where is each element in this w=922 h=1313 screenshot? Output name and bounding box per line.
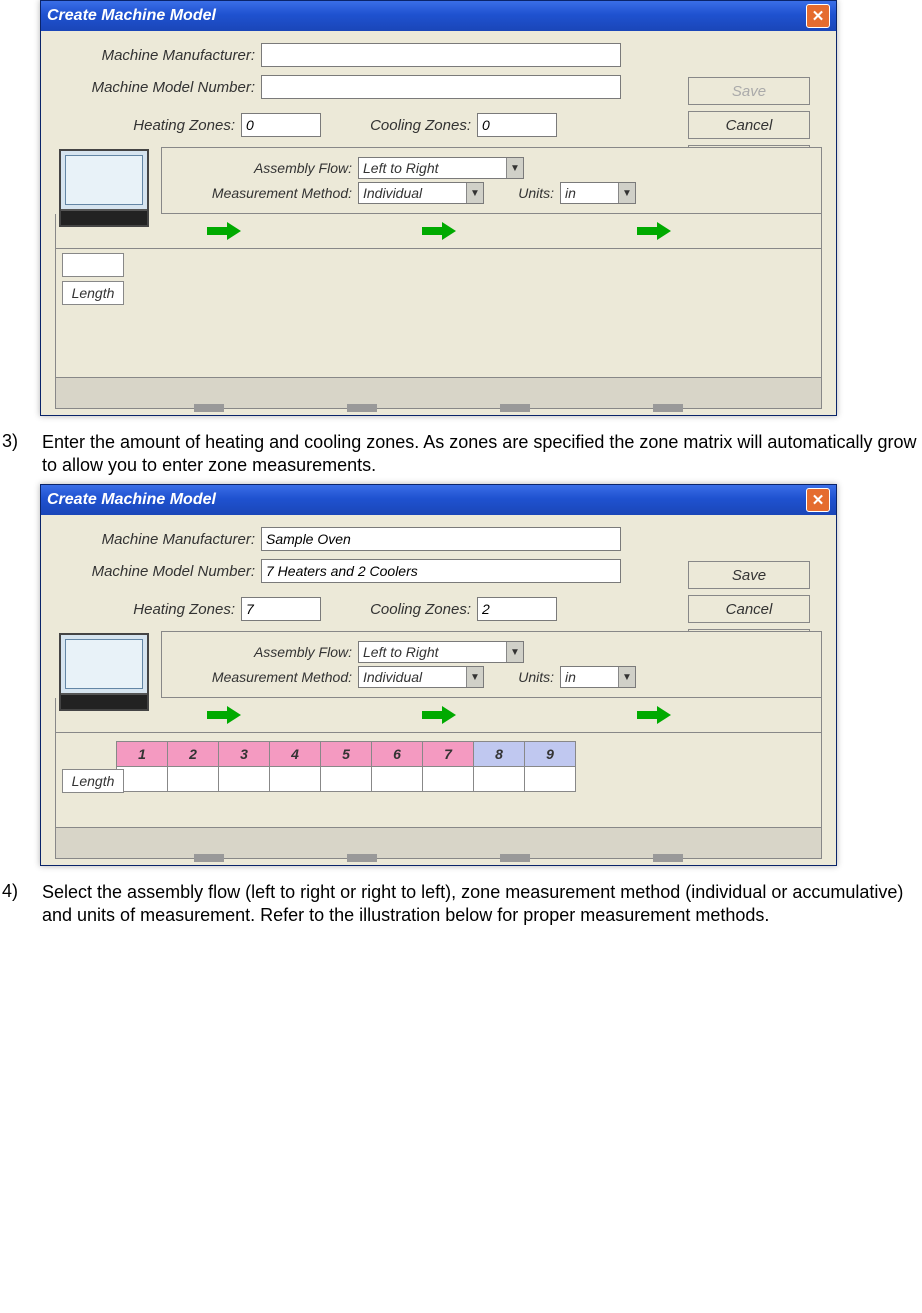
- arrow-right-icon: [207, 224, 241, 238]
- chevron-down-icon: ▼: [506, 158, 523, 178]
- units-dropdown[interactable]: in ▼: [560, 666, 636, 688]
- cooling-label: Cooling Zones:: [321, 601, 477, 618]
- dialog2: Create Machine Model ✕ Save Cancel Help …: [40, 484, 837, 866]
- zone-header-cell: 4: [270, 742, 321, 767]
- zone-length-cell[interactable]: [270, 767, 321, 792]
- heating-field[interactable]: [241, 113, 321, 137]
- units-value: in: [565, 669, 576, 685]
- chevron-down-icon: ▼: [506, 642, 523, 662]
- units-label: Units:: [484, 185, 560, 201]
- method-value: Individual: [363, 669, 422, 685]
- manufacturer-label: Machine Manufacturer:: [55, 531, 261, 548]
- flow-value: Left to Right: [363, 160, 439, 176]
- method-dropdown[interactable]: Individual ▼: [358, 182, 484, 204]
- length-label: Length: [62, 281, 124, 305]
- arrow-right-icon: [637, 708, 671, 722]
- zone-header-cell: 1: [117, 742, 168, 767]
- method-label: Measurement Method:: [172, 185, 358, 201]
- computer-icon: [59, 633, 149, 711]
- flow-dropdown[interactable]: Left to Right ▼: [358, 641, 524, 663]
- save-button[interactable]: Save: [688, 561, 810, 589]
- method-dropdown[interactable]: Individual ▼: [358, 666, 484, 688]
- heating-label: Heating Zones:: [55, 601, 241, 618]
- cooling-field[interactable]: [477, 113, 557, 137]
- zone-table: 123456789: [116, 741, 576, 792]
- title-text: Create Machine Model: [47, 491, 216, 509]
- save-button[interactable]: Save: [688, 77, 810, 105]
- zone-length-cell[interactable]: [219, 767, 270, 792]
- close-icon[interactable]: ✕: [806, 4, 830, 28]
- flow-arrows: [55, 698, 822, 733]
- step3-num: 3): [0, 431, 42, 476]
- cooling-label: Cooling Zones:: [321, 117, 477, 134]
- manufacturer-field[interactable]: [261, 527, 621, 551]
- model-field[interactable]: [261, 559, 621, 583]
- step3-text: Enter the amount of heating and cooling …: [42, 431, 922, 476]
- close-icon[interactable]: ✕: [806, 488, 830, 512]
- manufacturer-label: Machine Manufacturer:: [55, 47, 261, 64]
- zone-length-cell[interactable]: [525, 767, 576, 792]
- flow-dropdown[interactable]: Left to Right ▼: [358, 157, 524, 179]
- units-value: in: [565, 185, 576, 201]
- chevron-down-icon: ▼: [618, 667, 635, 687]
- arrow-right-icon: [637, 224, 671, 238]
- zone-header-cell: 9: [525, 742, 576, 767]
- chevron-down-icon: ▼: [466, 667, 483, 687]
- zone-header-cell: 6: [372, 742, 423, 767]
- model-label: Machine Model Number:: [55, 79, 261, 96]
- method-value: Individual: [363, 185, 422, 201]
- zone-header-cell: 7: [423, 742, 474, 767]
- heating-label: Heating Zones:: [55, 117, 241, 134]
- chevron-down-icon: ▼: [618, 183, 635, 203]
- zone-length-cell[interactable]: [474, 767, 525, 792]
- dialog2-screenshot: Create Machine Model ✕ Save Cancel Help …: [40, 484, 922, 866]
- dialog1-screenshot: Create Machine Model ✕ Save Cancel Help …: [40, 0, 922, 416]
- cancel-button[interactable]: Cancel: [688, 595, 810, 623]
- zone-header-cell: 3: [219, 742, 270, 767]
- heating-field[interactable]: [241, 597, 321, 621]
- length-label: Length: [62, 769, 124, 793]
- title-text: Create Machine Model: [47, 7, 216, 25]
- arrow-right-icon: [422, 708, 456, 722]
- flow-label: Assembly Flow:: [172, 644, 358, 660]
- zone-length-cell[interactable]: [423, 767, 474, 792]
- chevron-down-icon: ▼: [466, 183, 483, 203]
- computer-icon: [59, 149, 149, 227]
- zone-length-cell[interactable]: [168, 767, 219, 792]
- zone-header-cell: 5: [321, 742, 372, 767]
- arrow-right-icon: [207, 708, 241, 722]
- flow-arrows: [55, 214, 822, 249]
- zone-header-cell: 2: [168, 742, 219, 767]
- dialog1: Create Machine Model ✕ Save Cancel Help …: [40, 0, 837, 416]
- zone-length-cell[interactable]: [372, 767, 423, 792]
- cancel-button[interactable]: Cancel: [688, 111, 810, 139]
- manufacturer-field[interactable]: [261, 43, 621, 67]
- zone-length-cell[interactable]: [321, 767, 372, 792]
- flow-value: Left to Right: [363, 644, 439, 660]
- cooling-field[interactable]: [477, 597, 557, 621]
- zone-length-cell[interactable]: [117, 767, 168, 792]
- titlebar: Create Machine Model ✕: [41, 485, 836, 515]
- empty-cell: [62, 253, 124, 277]
- step3: 3) Enter the amount of heating and cooli…: [0, 431, 922, 476]
- zone-header-cell: 8: [474, 742, 525, 767]
- arrow-right-icon: [422, 224, 456, 238]
- titlebar: Create Machine Model ✕: [41, 1, 836, 31]
- step4: 4) Select the assembly flow (left to rig…: [0, 881, 922, 926]
- method-label: Measurement Method:: [172, 669, 358, 685]
- model-field[interactable]: [261, 75, 621, 99]
- flow-label: Assembly Flow:: [172, 160, 358, 176]
- step4-text: Select the assembly flow (left to right …: [42, 881, 922, 926]
- model-label: Machine Model Number:: [55, 563, 261, 580]
- units-label: Units:: [484, 669, 560, 685]
- step4-num: 4): [0, 881, 42, 926]
- units-dropdown[interactable]: in ▼: [560, 182, 636, 204]
